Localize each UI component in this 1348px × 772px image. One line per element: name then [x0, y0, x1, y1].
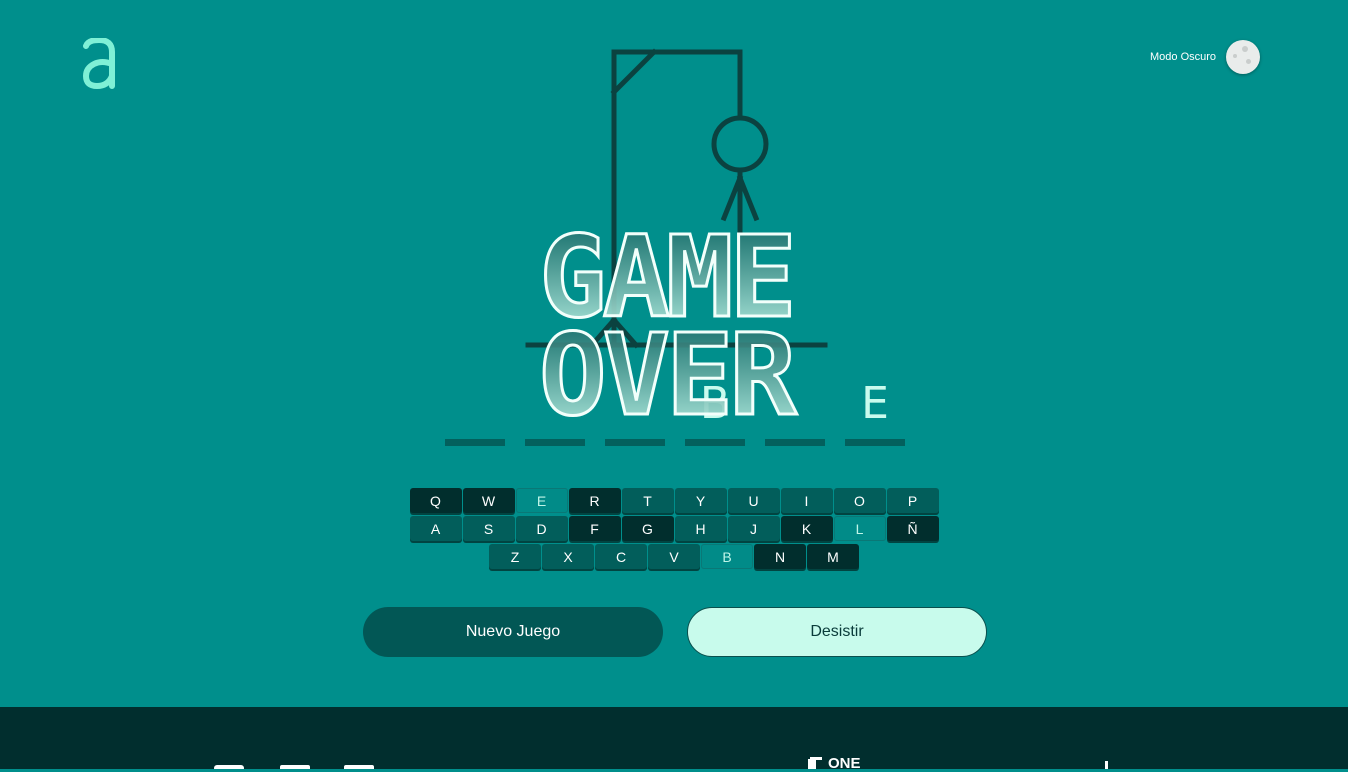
key-v[interactable]: V [648, 544, 700, 569]
key-w[interactable]: W [462, 488, 515, 513]
footer-icon-4[interactable] [1103, 757, 1111, 769]
game-over-banner: GAME OVER [538, 224, 803, 424]
key-ñ[interactable]: Ñ [886, 516, 939, 541]
key-b[interactable]: B [701, 544, 753, 569]
key-s[interactable]: S [462, 516, 515, 541]
key-q[interactable]: Q [409, 488, 462, 513]
footer-icon-1[interactable] [212, 759, 248, 769]
key-t[interactable]: T [621, 488, 674, 513]
gallows-brace [610, 48, 658, 96]
keyboard-row: ASDFGHJKLÑ [0, 516, 1348, 541]
key-o[interactable]: O [833, 488, 886, 513]
footer: ONE [0, 707, 1348, 772]
keyboard-row: ZXCVBNM [0, 544, 1348, 569]
key-i[interactable]: I [780, 488, 833, 513]
key-l[interactable]: L [833, 516, 886, 541]
key-f[interactable]: F [568, 516, 621, 541]
footer-icon-2[interactable] [278, 759, 314, 769]
key-u[interactable]: U [727, 488, 780, 513]
key-e[interactable]: E [515, 488, 568, 513]
footer-brand-text: ONE [828, 755, 861, 772]
key-m[interactable]: M [807, 544, 859, 569]
letter-keyboard: QWERTYUIOP ASDFGHJKLÑ ZXCVBNM [0, 488, 1348, 572]
key-d[interactable]: D [515, 516, 568, 541]
key-p[interactable]: P [886, 488, 939, 513]
key-k[interactable]: K [780, 516, 833, 541]
footer-icon-3[interactable] [342, 759, 378, 769]
key-h[interactable]: H [674, 516, 727, 541]
key-g[interactable]: G [621, 516, 674, 541]
key-a[interactable]: A [409, 516, 462, 541]
key-j[interactable]: J [727, 516, 780, 541]
give-up-button[interactable]: Desistir [687, 607, 987, 657]
game-over-line2: OVER [539, 311, 797, 424]
new-game-button[interactable]: Nuevo Juego [363, 607, 663, 657]
key-z[interactable]: Z [489, 544, 541, 569]
key-c[interactable]: C [595, 544, 647, 569]
key-x[interactable]: X [542, 544, 594, 569]
key-r[interactable]: R [568, 488, 621, 513]
key-n[interactable]: N [754, 544, 806, 569]
hangman-head [711, 115, 769, 173]
footer-brand-icon [808, 757, 822, 769]
keyboard-row: QWERTYUIOP [0, 488, 1348, 513]
key-y[interactable]: Y [674, 488, 727, 513]
